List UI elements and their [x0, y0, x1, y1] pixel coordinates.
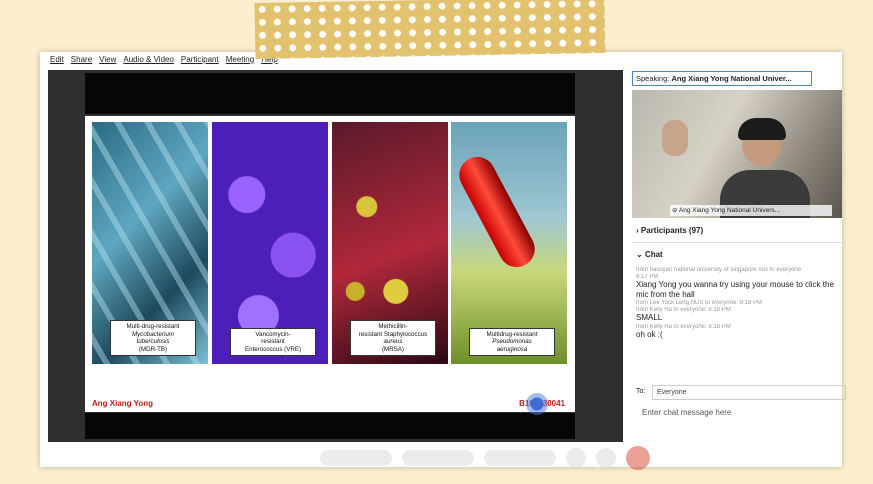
- participants-section[interactable]: › Participants (97): [636, 226, 703, 235]
- chat-meta: from nasuyan national university of sing…: [636, 267, 802, 273]
- bacteria-image-mrsa: Methicillin- resistant Staphylococcus au…: [332, 122, 448, 364]
- slide-letterbox-top: [85, 73, 575, 114]
- menu-edit[interactable]: Edit: [50, 55, 64, 69]
- chat-input[interactable]: Enter chat message here: [642, 408, 731, 417]
- meeting-window: Edit Share View Audio & Video Participan…: [40, 52, 846, 470]
- recipient-select[interactable]: Everyone: [652, 385, 846, 400]
- bacteria-image-pseudomonas: Multidrug-resistant Pseudomonas aerugino…: [451, 122, 567, 364]
- mute-button[interactable]: [320, 450, 392, 466]
- microphone-icon: ⊘: [672, 207, 678, 214]
- chat-message: SMALL: [636, 313, 663, 322]
- slide-letterbox-bottom: [85, 413, 575, 439]
- menu-participant[interactable]: Participant: [181, 55, 219, 69]
- speaker-video[interactable]: ⊘ Ang Xiang Yong National Univers...: [632, 90, 842, 218]
- pointer-cursor-icon: [526, 393, 548, 415]
- shared-screen: Multi-drug-resistant Mycobacterium tuber…: [48, 70, 623, 442]
- caption-vre: Vancomycin- resistant Enterococcus (VRE): [230, 327, 316, 356]
- meeting-toolbar: [320, 446, 650, 470]
- caption-mdr-tb: Multi-drug-resistant Mycobacterium tuber…: [110, 320, 196, 356]
- chat-message: Xiang Yong you wanna try using your mous…: [636, 280, 834, 299]
- side-panel: Speaking: Ang Xiang Yong National Univer…: [630, 70, 846, 442]
- caption-mrsa: Methicillin- resistant Staphylococcus au…: [350, 320, 436, 356]
- video-hair: [738, 118, 786, 140]
- menu-view[interactable]: View: [99, 55, 116, 69]
- more-button[interactable]: [566, 448, 586, 468]
- video-button[interactable]: [402, 450, 474, 466]
- slide-author: Ang Xiang Yong: [92, 399, 154, 408]
- chat-message: oh ok :(: [636, 329, 663, 339]
- chevron-down-icon: ⌄: [636, 250, 643, 259]
- reactions-button[interactable]: [596, 448, 616, 468]
- chat-section[interactable]: ⌄ Chat: [636, 250, 663, 259]
- menu-audio-video[interactable]: Audio & Video: [123, 55, 174, 69]
- caption-pseudomonas: Multidrug-resistant Pseudomonas aerugino…: [469, 327, 555, 356]
- chevron-right-icon: ›: [636, 226, 639, 235]
- chat-meta: from Lee Yock Leng NUS to everyone: 8:18…: [636, 300, 763, 306]
- share-button[interactable]: [484, 450, 556, 466]
- video-hand: [662, 120, 688, 156]
- menu-share[interactable]: Share: [71, 55, 92, 69]
- menu-bar: Edit Share View Audio & Video Participan…: [50, 55, 278, 69]
- washi-tape: [254, 0, 606, 60]
- chat-log: from nasuyan national university of sing…: [636, 266, 840, 339]
- video-name-tag: ⊘ Ang Xiang Yong National Univers...: [670, 205, 832, 216]
- bacteria-image-mdr-tb: Multi-drug-resistant Mycobacterium tuber…: [92, 122, 208, 364]
- presentation-slide: Multi-drug-resistant Mycobacterium tuber…: [85, 116, 575, 412]
- menu-meeting[interactable]: Meeting: [226, 55, 254, 69]
- to-label: To:: [636, 388, 646, 395]
- active-speaker-banner: Speaking: Ang Xiang Yong National Univer…: [632, 71, 812, 86]
- divider: [632, 242, 842, 243]
- leave-button[interactable]: [626, 446, 650, 470]
- bacteria-image-vre: Vancomycin- resistant Enterococcus (VRE): [212, 122, 328, 364]
